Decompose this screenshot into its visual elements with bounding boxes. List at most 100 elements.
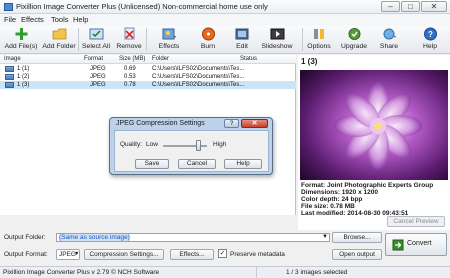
preserve-metadata-label: Preserve metadata <box>230 251 285 258</box>
list-header: Image Format Size (MB) Folder Status <box>0 55 296 64</box>
dialog-title: JPEG Compression Settings <box>116 120 205 127</box>
help-icon: ? <box>423 27 438 41</box>
remove-button[interactable]: Remove <box>114 25 144 54</box>
title-bar: Pixillion Image Converter Plus (Unlicens… <box>0 0 450 14</box>
options-icon <box>312 27 327 41</box>
add-files-label: Add File(s) <box>4 43 38 50</box>
burn-button[interactable]: Burn <box>194 25 222 54</box>
dialog-save-button[interactable]: Save <box>135 159 169 169</box>
column-folder[interactable]: Folder <box>152 56 169 62</box>
minimize-button[interactable]: – <box>381 1 400 12</box>
window-title: Pixillion Image Converter Plus (Unlicens… <box>16 2 268 11</box>
toolbar: Add File(s) Add Folder Select All Remove… <box>0 25 450 54</box>
share-icon <box>382 27 397 41</box>
svg-text:?: ? <box>428 30 433 39</box>
preserve-metadata-checkbox[interactable]: ✓ <box>218 249 227 258</box>
maximize-button[interactable]: □ <box>401 1 420 12</box>
cell-image: 1 (2) <box>17 74 30 80</box>
dialog-cancel-button[interactable]: Cancel <box>178 159 216 169</box>
toolbar-separator <box>302 28 303 51</box>
chevron-down-icon[interactable]: ▼ <box>322 234 328 240</box>
chevron-down-icon[interactable]: ▼ <box>74 251 79 257</box>
cell-format: JPEG <box>90 74 106 80</box>
compression-settings-button[interactable]: Compression Settings... <box>84 249 164 260</box>
open-output-button[interactable]: Open output <box>332 249 382 260</box>
close-button[interactable]: ✕ <box>421 1 447 12</box>
app-icon <box>4 3 13 11</box>
effects-button[interactable]: Effects <box>153 25 185 54</box>
folder-icon <box>52 27 67 41</box>
effects-output-button[interactable]: Effects... <box>170 249 214 260</box>
browse-button[interactable]: Browse... <box>332 232 382 243</box>
edit-label: Edit <box>236 43 248 50</box>
column-status[interactable]: Status <box>240 56 257 62</box>
burn-icon <box>201 27 216 41</box>
edit-icon <box>235 27 250 41</box>
edit-button[interactable]: Edit <box>228 25 256 54</box>
info-format: Format: Joint Photographic Experts Group <box>301 182 434 189</box>
jpeg-compression-dialog: JPEG Compression Settings ? ✕ Quality: L… <box>109 117 273 175</box>
quality-label: Quality: <box>120 141 143 148</box>
remove-icon <box>122 27 137 41</box>
output-format-label: Output Format: <box>4 251 48 258</box>
slideshow-label: Slideshow <box>261 43 293 50</box>
column-image[interactable]: Image <box>4 56 21 62</box>
effects-label: Effects <box>158 43 180 50</box>
preview-title: 1 (3) <box>301 57 318 66</box>
cell-image: 1 (1) <box>17 66 30 72</box>
slideshow-button[interactable]: Slideshow <box>259 25 295 54</box>
cell-size: 0.78 <box>124 82 136 88</box>
image-file-icon <box>5 74 14 80</box>
menu-bar: File Effects Tools Help <box>0 14 450 25</box>
toolbar-separator <box>146 28 147 51</box>
quality-slider-thumb[interactable] <box>195 140 201 151</box>
dialog-help-button[interactable]: Help <box>224 159 262 169</box>
upgrade-button[interactable]: Upgrade <box>338 25 370 54</box>
add-folder-button[interactable]: Add Folder <box>41 25 77 54</box>
table-row[interactable]: 1 (3) JPEG 0.78 C:\Users\ILFS02\Document… <box>0 81 296 89</box>
convert-icon <box>392 239 404 253</box>
quality-high-label: High <box>213 141 227 148</box>
plus-icon <box>14 27 29 41</box>
cell-size: 0.69 <box>124 66 136 72</box>
upgrade-icon <box>347 27 362 41</box>
status-copyright: Pixillion Image Converter Plus v 2.79 © … <box>3 269 160 276</box>
cell-format: JPEG <box>90 82 106 88</box>
info-dimensions: Dimensions: 1920 x 1200 <box>301 189 378 196</box>
menu-effects[interactable]: Effects <box>21 15 44 24</box>
image-file-icon <box>5 66 14 72</box>
output-folder-value: (Same as source image) <box>59 234 130 241</box>
select-all-button[interactable]: Select All <box>80 25 112 54</box>
options-button[interactable]: Options <box>305 25 333 54</box>
add-folder-label: Add Folder <box>42 43 76 50</box>
remove-label: Remove <box>116 43 142 50</box>
select-all-icon <box>89 27 104 41</box>
status-divider <box>256 267 257 278</box>
select-all-label: Select All <box>82 43 110 50</box>
convert-button[interactable]: Convert <box>385 233 447 256</box>
dialog-body: Quality: Low High Save Cancel Help <box>114 130 269 172</box>
menu-tools[interactable]: Tools <box>51 15 69 24</box>
cell-folder: C:\Users\ILFS02\Documents\Tes... <box>152 66 245 72</box>
dialog-close-button[interactable]: ✕ <box>241 119 268 128</box>
status-selection: 1 / 3 images selected <box>286 269 348 276</box>
cancel-preview-button[interactable]: Cancel Preview <box>387 216 445 227</box>
toolbar-separator <box>78 28 79 51</box>
table-row[interactable]: 1 (1) JPEG 0.69 C:\Users\ILFS02\Document… <box>0 65 296 73</box>
slideshow-icon <box>270 27 285 41</box>
table-row[interactable]: 1 (2) JPEG 0.53 C:\Users\ILFS02\Document… <box>0 73 296 81</box>
add-files-button[interactable]: Add File(s) <box>2 25 40 54</box>
preview-image <box>300 70 448 180</box>
info-file-size: File size: 0.78 MB <box>301 203 355 210</box>
share-button[interactable]: Share <box>374 25 404 54</box>
upgrade-label: Upgrade <box>340 43 368 50</box>
dialog-help-icon[interactable]: ? <box>224 119 239 128</box>
help-label: Help <box>423 43 437 50</box>
help-button[interactable]: ? Help <box>418 25 442 54</box>
column-format[interactable]: Format <box>84 56 103 62</box>
output-folder-field[interactable]: (Same as source image) <box>56 233 330 242</box>
convert-label: Convert <box>407 240 432 247</box>
menu-help[interactable]: Help <box>73 15 88 24</box>
column-size[interactable]: Size (MB) <box>119 56 145 62</box>
menu-file[interactable]: File <box>4 15 16 24</box>
